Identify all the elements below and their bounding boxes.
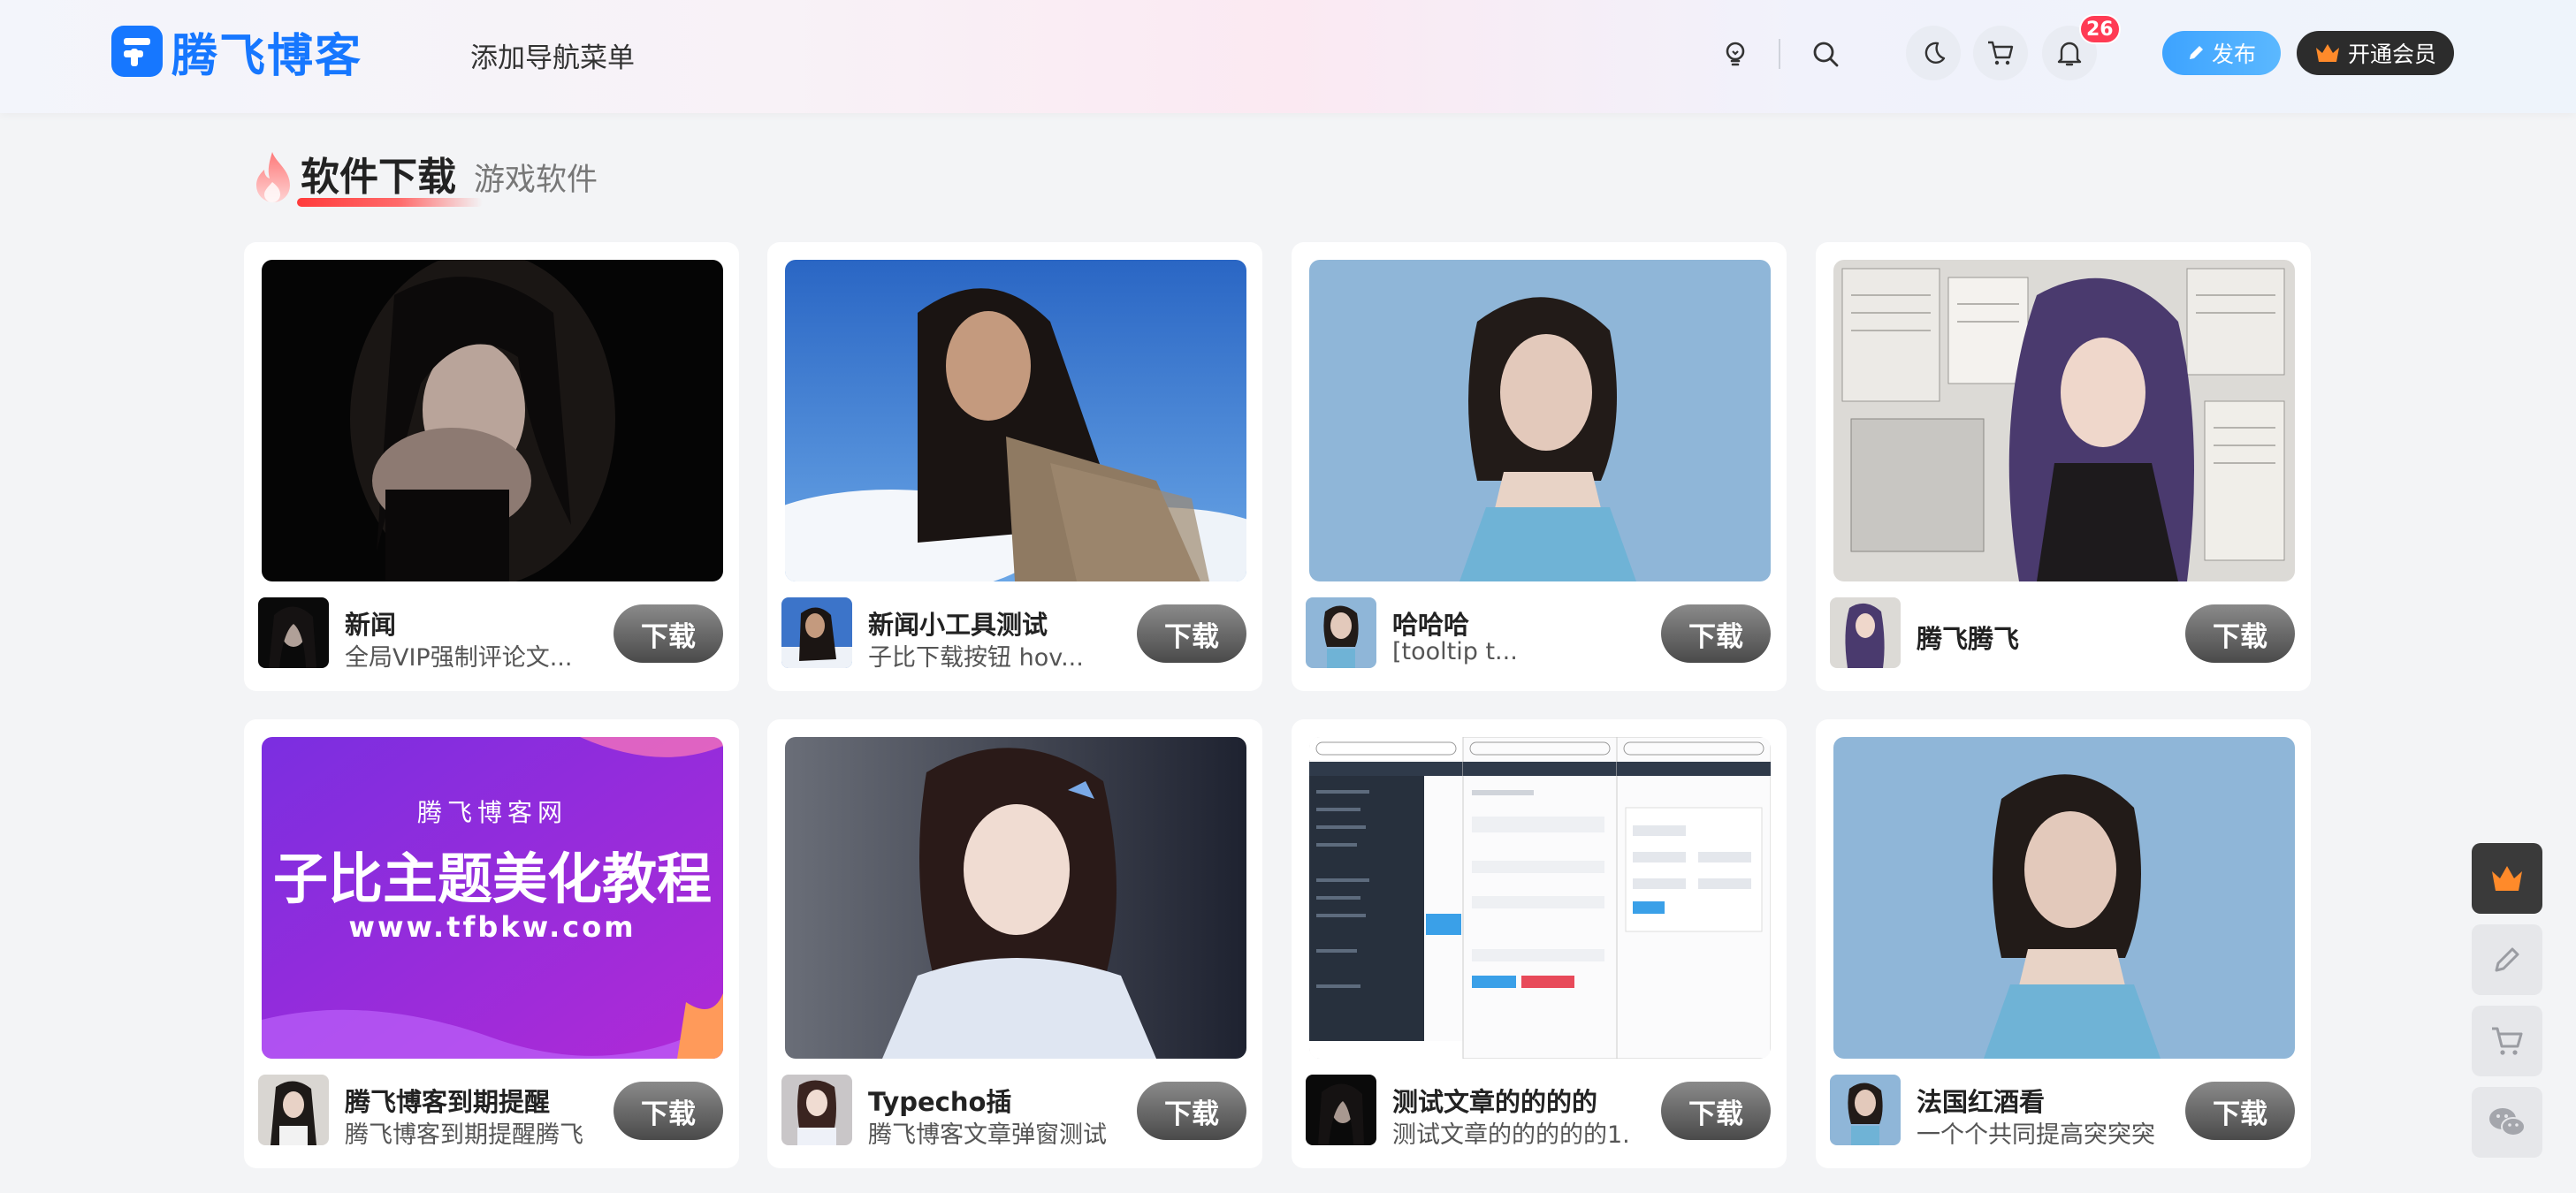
- side-vip-button[interactable]: [2472, 843, 2542, 914]
- banner-line2: 子比主题美化教程: [272, 847, 712, 911]
- download-button[interactable]: 下载: [1137, 604, 1246, 663]
- download-card[interactable]: 法国红酒看 一个个共同提高突突突 下载: [1816, 719, 2311, 1168]
- card-title[interactable]: 测试文章的的的的: [1392, 1082, 1631, 1119]
- pencil-icon: [2189, 46, 2203, 59]
- logo-mark-icon: [111, 26, 163, 77]
- download-button[interactable]: 下载: [2185, 604, 2295, 663]
- download-card[interactable]: 新闻 全局VIP强制评论文... 下载: [244, 242, 739, 691]
- author-avatar[interactable]: [1306, 597, 1376, 668]
- download-card[interactable]: 腾飞腾飞 下载: [1816, 242, 2311, 691]
- card-image[interactable]: [1833, 737, 2295, 1059]
- author-avatar[interactable]: [1306, 1075, 1376, 1145]
- card-image[interactable]: [1309, 737, 1771, 1059]
- card-title[interactable]: 哈哈哈: [1392, 604, 1631, 642]
- download-button[interactable]: 下载: [2185, 1082, 2295, 1140]
- publish-label: 发布: [2211, 42, 2256, 67]
- author-avatar[interactable]: [781, 1075, 852, 1145]
- search-icon[interactable]: [1803, 32, 1848, 76]
- card-description: 子比下载按钮 hov...: [868, 644, 1084, 672]
- logo-text: 腾飞博客: [171, 29, 363, 83]
- card-title[interactable]: 腾飞博客到期提醒: [345, 1082, 583, 1119]
- card-image[interactable]: [785, 737, 1246, 1059]
- download-button[interactable]: 下载: [1661, 1082, 1771, 1140]
- download-button[interactable]: 下载: [1137, 1082, 1246, 1140]
- card-description: [tooltip t...: [1392, 638, 1518, 665]
- download-card[interactable]: Typecho插 腾飞博客文章弹窗测试... 下载: [767, 719, 1262, 1168]
- section-title: 软件下载: [297, 145, 483, 209]
- author-avatar[interactable]: [258, 1075, 329, 1145]
- banner-line1: 腾飞博客网: [416, 798, 568, 827]
- moon-icon[interactable]: [1906, 26, 1961, 80]
- vip-button[interactable]: 开通会员: [2297, 31, 2454, 75]
- add-nav-menu-link[interactable]: 添加导航菜单: [470, 35, 635, 75]
- lightbulb-icon[interactable]: [1713, 32, 1757, 76]
- download-card[interactable]: 测试文章的的的的 测试文章的的的的的1... 下载: [1292, 719, 1787, 1168]
- site-logo[interactable]: 腾飞博客: [111, 25, 362, 83]
- author-avatar[interactable]: [1830, 597, 1901, 668]
- download-card[interactable]: 哈哈哈 [tooltip t... 下载: [1292, 242, 1787, 691]
- crown-icon: [2315, 44, 2339, 62]
- card-title[interactable]: 法国红酒看: [1917, 1082, 2155, 1119]
- download-button[interactable]: 下载: [614, 604, 723, 663]
- card-image[interactable]: [1833, 260, 2295, 581]
- card-image[interactable]: [1309, 260, 1771, 581]
- card-title[interactable]: 新闻小工具测试: [868, 604, 1107, 642]
- publish-button[interactable]: 发布: [2162, 31, 2281, 75]
- card-title[interactable]: Typecho插: [868, 1082, 1107, 1119]
- section-subtitle-tab[interactable]: 游戏软件: [474, 155, 598, 209]
- card-description: 全局VIP强制评论文...: [345, 644, 573, 672]
- pencil-icon: [2495, 947, 2519, 972]
- card-title[interactable]: 新闻: [345, 604, 583, 642]
- notification-badge: 26: [2079, 14, 2121, 44]
- author-avatar[interactable]: [781, 597, 852, 668]
- download-card[interactable]: 腾飞博客网 子比主题美化教程 www.tfbkw.com 腾飞博客到期提醒 腾飞…: [244, 719, 739, 1168]
- top-header: 腾飞博客 添加导航菜单 26 发布 开通会员: [0, 0, 2576, 113]
- card-title[interactable]: 腾飞腾飞: [1917, 619, 2155, 656]
- cart-icon: [2492, 1027, 2523, 1055]
- card-description: 一个个共同提高突突突: [1917, 1121, 2155, 1149]
- card-image[interactable]: 腾飞博客网 子比主题美化教程 www.tfbkw.com: [262, 737, 723, 1059]
- side-wechat-button[interactable]: [2472, 1087, 2542, 1158]
- side-write-button[interactable]: [2472, 924, 2542, 995]
- section-header: 软件下载 游戏软件: [246, 147, 598, 209]
- card-image[interactable]: [785, 260, 1246, 581]
- author-avatar[interactable]: [1830, 1075, 1901, 1145]
- side-cart-button[interactable]: [2472, 1006, 2542, 1076]
- card-description: 腾飞博客到期提醒腾飞...: [345, 1121, 583, 1149]
- header-divider: [1779, 39, 1780, 69]
- card-description: 测试文章的的的的的1...: [1392, 1121, 1631, 1149]
- flame-icon: [246, 150, 301, 209]
- download-card[interactable]: 新闻小工具测试 子比下载按钮 hov... 下载: [767, 242, 1262, 691]
- card-image[interactable]: [262, 260, 723, 581]
- section-title-text: 软件下载: [301, 155, 456, 200]
- vip-label: 开通会员: [2347, 42, 2436, 67]
- cart-icon[interactable]: [1973, 26, 2028, 80]
- wechat-icon: [2489, 1108, 2526, 1136]
- download-button[interactable]: 下载: [614, 1082, 723, 1140]
- banner-line3: www.tfbkw.com: [348, 910, 636, 944]
- author-avatar[interactable]: [258, 597, 329, 668]
- card-description: 腾飞博客文章弹窗测试...: [868, 1121, 1107, 1149]
- download-button[interactable]: 下载: [1661, 604, 1771, 663]
- crown-icon: [2492, 866, 2522, 891]
